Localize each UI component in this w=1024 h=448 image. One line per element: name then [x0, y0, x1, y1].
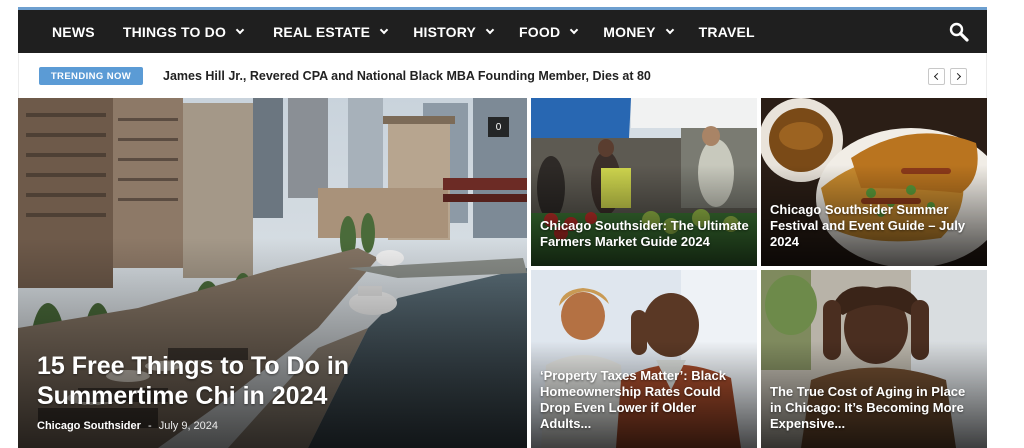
- nav-item-label: TRAVEL: [698, 23, 755, 40]
- article-meta: Chicago Southsider - July 9, 2024: [37, 420, 218, 432]
- article-title-link[interactable]: ‘Property Taxes Matter’: Black Homeowner…: [540, 368, 749, 432]
- article-title-link[interactable]: Chicago Southsider: The Ultimate Farmers…: [540, 218, 749, 250]
- trending-badge: TRENDING NOW: [39, 67, 143, 85]
- article-tile-property-taxes[interactable]: ‘Property Taxes Matter’: Black Homeowner…: [531, 270, 757, 448]
- trending-headline-link[interactable]: James Hill Jr., Revered CPA and National…: [163, 67, 651, 85]
- chevron-down-icon: [485, 25, 495, 34]
- nav-item-history[interactable]: HISTORY: [413, 10, 495, 53]
- chevron-left-icon: [933, 72, 942, 81]
- article-tile-farmers-market[interactable]: Chicago Southsider: The Ultimate Farmers…: [531, 98, 757, 266]
- nav-item-travel[interactable]: TRAVEL: [699, 10, 755, 53]
- article-tile-festival-guide[interactable]: Chicago Southsider Summer Festival and E…: [761, 98, 987, 266]
- trending-prev-button[interactable]: [928, 68, 945, 85]
- nav-item-money[interactable]: MONEY: [603, 10, 674, 53]
- publish-date: July 9, 2024: [158, 420, 219, 432]
- nav-item-news[interactable]: NEWS: [52, 10, 95, 53]
- nav-item-label: FOOD: [519, 23, 561, 40]
- featured-grid: 0 15 Free Things to To Do in Summertime …: [18, 98, 987, 448]
- nav-item-label: MONEY: [603, 23, 656, 40]
- chevron-down-icon: [570, 25, 579, 34]
- chevron-down-icon: [235, 25, 245, 34]
- nav-item-label: NEWS: [52, 23, 95, 40]
- chevron-right-icon: [953, 72, 962, 81]
- trending-next-button[interactable]: [950, 68, 967, 85]
- nav-item-food[interactable]: FOOD: [519, 10, 579, 53]
- author-link[interactable]: Chicago Southsider: [37, 420, 141, 432]
- page: NEWS THINGS TO DO REAL ESTATE HISTORY FO…: [18, 7, 987, 448]
- featured-article-tile[interactable]: 0 15 Free Things to To Do in Summertime …: [18, 98, 527, 448]
- chevron-down-icon: [379, 25, 389, 34]
- chevron-down-icon: [665, 25, 674, 34]
- nav-item-things-to-do[interactable]: THINGS TO DO: [122, 10, 245, 53]
- nav-item-real-estate[interactable]: REAL ESTATE: [273, 10, 389, 53]
- article-title-link[interactable]: The True Cost of Aging in Place in Chica…: [770, 384, 979, 432]
- image-shade: [18, 238, 527, 448]
- trending-bar: TRENDING NOW James Hill Jr., Revered CPA…: [18, 53, 987, 98]
- nav-item-label: REAL ESTATE: [273, 23, 371, 40]
- article-title-link[interactable]: Chicago Southsider Summer Festival and E…: [770, 202, 979, 250]
- nav-item-label: THINGS TO DO: [122, 23, 227, 40]
- comment-count-badge[interactable]: 0: [488, 117, 509, 137]
- nav-item-label: HISTORY: [413, 23, 477, 40]
- main-nav: NEWS THINGS TO DO REAL ESTATE HISTORY FO…: [18, 10, 987, 53]
- featured-title-link[interactable]: 15 Free Things to To Do in Summertime Ch…: [37, 351, 377, 411]
- article-tile-aging-in-place[interactable]: The True Cost of Aging in Place in Chica…: [761, 270, 987, 448]
- search-icon[interactable]: [949, 22, 969, 42]
- meta-separator: -: [147, 420, 152, 432]
- image-shade: [531, 165, 757, 266]
